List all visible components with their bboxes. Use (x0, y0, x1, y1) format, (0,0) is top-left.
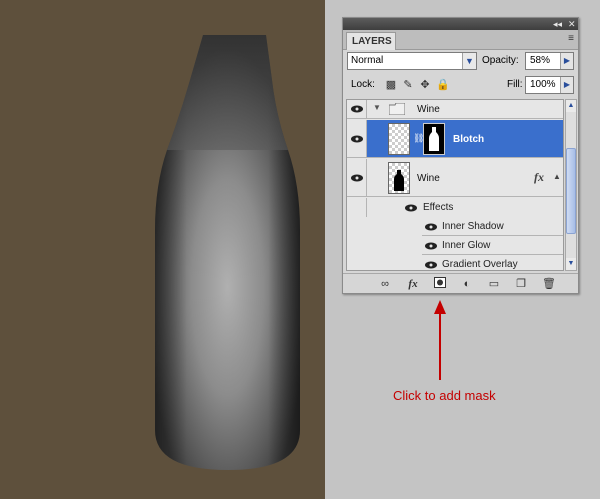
add-layer-style-icon[interactable]: fx (405, 277, 421, 291)
new-group-icon[interactable]: ▭ (486, 277, 502, 291)
lock-label: Lock: (351, 79, 375, 90)
panel-menu-icon[interactable]: ≡ (568, 33, 574, 44)
lock-transparent-icon[interactable]: ▩ (385, 79, 397, 91)
layer-name: Wine (417, 173, 440, 184)
effect-inner-glow[interactable]: Inner Glow (422, 236, 563, 255)
effects-label: Effects (423, 202, 454, 213)
triangle-down-icon[interactable]: ▼ (373, 103, 381, 112)
lock-all-icon[interactable]: 🔒 (436, 79, 450, 91)
link-layers-icon[interactable]: ∞ (377, 277, 393, 291)
opacity-field[interactable]: 58% ▶ (525, 52, 574, 70)
eye-icon (351, 174, 363, 182)
folder-icon (389, 103, 405, 115)
layer-group-wine[interactable]: ▼ Wine (347, 100, 563, 119)
bottle-thumb-icon (394, 170, 404, 191)
document-canvas[interactable] (0, 0, 325, 499)
eye-icon[interactable] (425, 242, 437, 250)
annotation-caption: Click to add mask (393, 388, 496, 403)
layers-scrollbar[interactable]: ▲ ▼ (565, 99, 577, 271)
effect-gradient-overlay[interactable]: Gradient Overlay (422, 255, 563, 270)
panel-titlebar[interactable]: ◂◂ ✕ (343, 18, 578, 30)
add-layer-mask-icon[interactable] (432, 277, 448, 291)
new-adjustment-layer-icon[interactable]: ◐ (459, 277, 475, 291)
annotation-arrow (434, 300, 446, 380)
effects-row[interactable]: Effects (347, 198, 563, 217)
layers-panel: ◂◂ ✕ LAYERS ≡ Normal ▼ Opacity: 58% ▶ Lo… (342, 17, 579, 294)
effect-label: Inner Shadow (442, 221, 504, 232)
eye-icon[interactable] (425, 223, 437, 231)
eye-icon[interactable] (425, 261, 437, 269)
opacity-slider-button[interactable]: ▶ (560, 53, 573, 69)
blend-mode-select[interactable]: Normal ▼ (347, 52, 477, 70)
chevron-down-icon[interactable]: ▼ (462, 53, 476, 69)
close-icon[interactable]: ✕ (568, 18, 576, 30)
layer-thumbnail[interactable] (388, 162, 410, 194)
layer-mask-thumbnail[interactable] (423, 123, 445, 155)
layer-blotch[interactable]: ⛓ Blotch (347, 120, 563, 158)
scrollbar-thumb[interactable] (566, 148, 576, 234)
scroll-down-icon[interactable]: ▼ (566, 258, 576, 270)
bottle-mask-icon (429, 127, 439, 151)
delete-layer-icon[interactable]: 🗑 (541, 277, 557, 291)
opacity-value: 58% (530, 55, 551, 66)
fill-field[interactable]: 100% ▶ (525, 76, 574, 94)
visibility-toggle[interactable] (347, 159, 367, 196)
lock-position-icon[interactable]: ✥ (419, 79, 431, 91)
blend-mode-value: Normal (351, 55, 384, 66)
tab-layers[interactable]: LAYERS (346, 32, 396, 50)
blend-row: Normal ▼ Opacity: 58% ▶ (347, 52, 576, 72)
layer-thumbnail[interactable] (388, 123, 410, 155)
layers-list: ▼ Wine ⛓ Blotch Wine fx ▲ Effects Inner … (346, 99, 564, 271)
fill-label: Fill: (507, 79, 523, 90)
lock-image-icon[interactable]: ✎ (402, 79, 414, 91)
collapse-icon[interactable]: ◂◂ (553, 18, 562, 30)
visibility-toggle[interactable] (347, 120, 367, 157)
effect-inner-shadow[interactable]: Inner Shadow (422, 217, 563, 236)
visibility-toggle[interactable] (347, 100, 367, 118)
layer-wine[interactable]: Wine fx ▲ (347, 159, 563, 197)
effects-eye-cell (347, 198, 367, 217)
panel-tab-row: LAYERS ≡ (343, 30, 578, 50)
bottle-artwork (155, 35, 300, 470)
fx-badge[interactable]: fx (534, 170, 544, 185)
layer-name: Blotch (453, 134, 485, 145)
eye-icon[interactable] (405, 204, 417, 212)
triangle-up-icon[interactable]: ▲ (553, 172, 561, 181)
effect-label: Inner Glow (442, 240, 491, 251)
fill-slider-button[interactable]: ▶ (560, 77, 573, 93)
eye-icon (351, 105, 363, 113)
new-layer-icon[interactable]: ❐ (513, 277, 529, 291)
layer-name: Wine (417, 104, 440, 115)
opacity-label: Opacity: (482, 55, 519, 66)
layers-bottom-toolbar: ∞ fx ◐ ▭ ❐ 🗑 (343, 273, 578, 293)
eye-icon (351, 135, 363, 143)
effect-label: Gradient Overlay (442, 259, 518, 270)
lock-row: Lock: ▩ ✎ ✥ 🔒 Fill: 100% ▶ (347, 76, 576, 96)
fill-value: 100% (530, 79, 556, 90)
scroll-up-icon[interactable]: ▲ (566, 100, 576, 112)
